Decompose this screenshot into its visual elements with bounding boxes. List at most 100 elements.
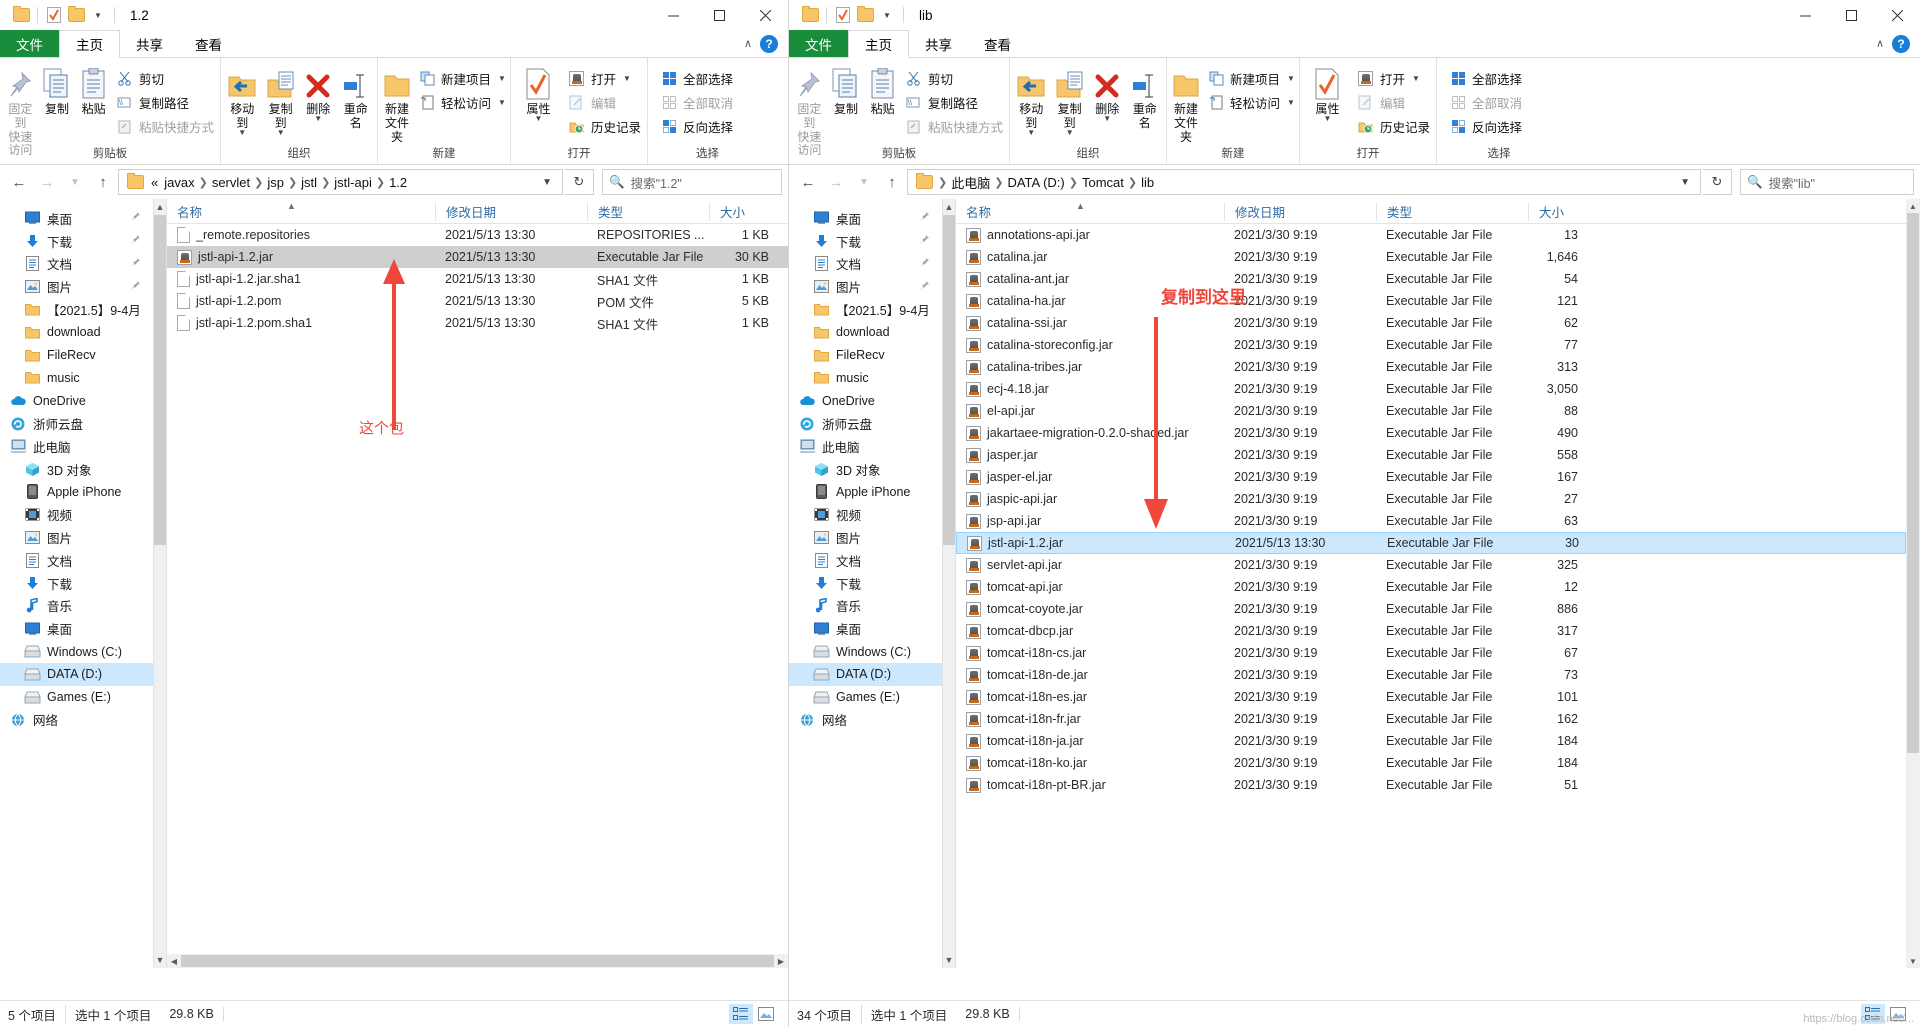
sidebar-item-games-(e:)[interactable]: Games (E:) [789, 686, 942, 709]
new-item-button[interactable]: 新建项目 ▼ [1203, 66, 1299, 90]
table-row[interactable]: tomcat-dbcp.jar 2021/3/30 9:19 Executable … [956, 620, 1906, 642]
easy-access-button[interactable]: 轻松访问 ▼ [1203, 90, 1299, 114]
file-name-cell[interactable]: catalina-tribes.jar [956, 359, 1224, 375]
sidebar-item-图片[interactable]: 图片 [0, 526, 153, 549]
history-button[interactable]: 历史记录 [1353, 114, 1434, 138]
tab-home[interactable]: 主页 [59, 30, 120, 58]
file-name-cell[interactable]: tomcat-api.jar [956, 579, 1224, 595]
pin-icon[interactable] [919, 211, 930, 225]
table-row[interactable]: servlet-api.jar 2021/3/30 9:19 Executable … [956, 554, 1906, 576]
chevron-down-icon[interactable]: ▼ [1324, 114, 1332, 122]
chevron-down-icon[interactable]: ▼ [238, 128, 246, 136]
minimize-button[interactable] [1782, 0, 1828, 30]
table-row[interactable]: jstl-api-1.2.jar 2021/5/13 13:30 Executabl… [956, 532, 1906, 554]
sidebar-item-桌面[interactable]: 桌面 [789, 207, 942, 230]
file-name-cell[interactable]: _remote.repositories [167, 227, 435, 243]
table-row[interactable]: catalina-tribes.jar 2021/3/30 9:19 Executa… [956, 356, 1906, 378]
sidebar-item-music[interactable]: music [0, 367, 153, 390]
history-button[interactable]: 历史记录 [564, 114, 645, 138]
sidebar-item-文档[interactable]: 文档 [789, 253, 942, 276]
invert-selection-button[interactable]: 反向选择 [656, 114, 737, 138]
copy-path-button[interactable]: \\ 复制路径 [901, 90, 1007, 114]
file-name-cell[interactable]: jstl-api-1.2.pom.sha1 [167, 315, 435, 331]
file-name-cell[interactable]: jstl-api-1.2.pom [167, 293, 435, 309]
chevron-down-icon[interactable]: ▼ [1027, 128, 1035, 136]
column-header-1[interactable]: 修改日期 [435, 201, 587, 221]
sidebar-item-文档[interactable]: 文档 [0, 549, 153, 572]
hscroll-right-icon[interactable]: ▶ [774, 954, 788, 968]
nav-scrollbar-win2[interactable]: ▲ ▼ [942, 199, 956, 968]
recent-locations-button[interactable]: ▼ [62, 169, 88, 195]
easy-access-button[interactable]: 轻松访问 ▼ [414, 90, 510, 114]
nav-scroll-down-icon[interactable]: ▼ [943, 952, 955, 968]
sidebar-item-3d-对象[interactable]: 3D 对象 [0, 458, 153, 481]
file-name-cell[interactable]: jasper.jar [956, 447, 1224, 463]
file-name-cell[interactable]: jasper-el.jar [956, 469, 1224, 485]
column-header-0[interactable]: 名称 ▲ [167, 201, 435, 221]
table-row[interactable]: jstl-api-1.2.jar.sha1 2021/5/13 13:30 SHA1… [167, 268, 788, 290]
breadcrumb-item-data-d[interactable]: DATA (D:) [1004, 175, 1067, 190]
chevron-down-icon-2[interactable]: ▼ [1287, 98, 1295, 107]
table-row[interactable]: tomcat-i18n-de.jar 2021/3/30 9:19 Executab… [956, 664, 1906, 686]
table-row[interactable]: catalina.jar 2021/3/30 9:19 Executable Jar… [956, 246, 1906, 268]
column-header-2[interactable]: 类型 [1376, 201, 1528, 221]
table-row[interactable]: jsp-api.jar 2021/3/30 9:19 Executable Jar … [956, 510, 1906, 532]
folder-icon-2[interactable] [854, 4, 876, 26]
dropdown-icon[interactable]: ▼ [87, 4, 109, 26]
table-row[interactable]: tomcat-i18n-ja.jar 2021/3/30 9:19 Executab… [956, 730, 1906, 752]
chevron-down-icon-3[interactable]: ▼ [1103, 114, 1111, 122]
sidebar-item-下载[interactable]: 下载 [789, 572, 942, 595]
folder-icon-2[interactable] [65, 4, 87, 26]
sidebar-item-download[interactable]: download [789, 321, 942, 344]
file-name-cell[interactable]: tomcat-i18n-cs.jar [956, 645, 1224, 661]
checkbox-icon[interactable] [832, 4, 854, 26]
file-name-cell[interactable]: jstl-api-1.2.jar [957, 535, 1225, 551]
help-icon[interactable]: ? [1892, 34, 1910, 53]
table-row[interactable]: tomcat-i18n-pt-BR.jar 2021/3/30 9:19 Execu… [956, 774, 1906, 796]
file-name-cell[interactable]: tomcat-i18n-pt-BR.jar [956, 777, 1224, 793]
tab-view[interactable]: 查看 [179, 30, 238, 57]
sidebar-item-视频[interactable]: 视频 [789, 503, 942, 526]
sidebar-item-浙师云盘[interactable]: 浙师云盘 [789, 412, 942, 435]
hscroll-left-icon[interactable]: ◀ [167, 954, 181, 968]
select-none-button[interactable]: 全部取消 [656, 90, 737, 114]
pin-icon[interactable] [130, 234, 141, 248]
paste-button[interactable]: 粘贴 [75, 64, 112, 117]
table-row[interactable]: catalina-storeconfig.jar 2021/3/30 9:19 Ex… [956, 334, 1906, 356]
column-header-0[interactable]: 名称 ▲ [956, 201, 1224, 221]
sidebar-item-filerecv[interactable]: FileRecv [789, 344, 942, 367]
nav-scroll-thumb[interactable] [154, 215, 166, 545]
file-name-cell[interactable]: tomcat-i18n-fr.jar [956, 711, 1224, 727]
file-name-cell[interactable]: catalina.jar [956, 249, 1224, 265]
tab-share[interactable]: 共享 [909, 30, 968, 57]
close-button[interactable] [1874, 0, 1920, 30]
vscroll-up-icon[interactable]: ▲ [1906, 199, 1920, 213]
table-row[interactable]: el-api.jar 2021/3/30 9:19 Executable Jar F… [956, 400, 1906, 422]
nav-scroll-up-icon[interactable]: ▲ [943, 199, 955, 215]
up-button[interactable]: ↑ [90, 169, 116, 195]
chevron-down-icon-2[interactable]: ▼ [1412, 74, 1420, 83]
table-row[interactable]: tomcat-i18n-cs.jar 2021/3/30 9:19 Executab… [956, 642, 1906, 664]
sidebar-item-下载[interactable]: 下载 [789, 230, 942, 253]
chevron-down-icon-2[interactable]: ▼ [498, 98, 506, 107]
sidebar-item-图片[interactable]: 图片 [789, 526, 942, 549]
file-name-cell[interactable]: tomcat-dbcp.jar [956, 623, 1224, 639]
tab-file[interactable]: 文件 [0, 30, 59, 57]
help-icon[interactable]: ? [760, 34, 778, 53]
maximize-button[interactable] [1828, 0, 1874, 30]
tab-share[interactable]: 共享 [120, 30, 179, 57]
checkbox-icon[interactable] [43, 4, 65, 26]
sidebar-item-文档[interactable]: 文档 [0, 253, 153, 276]
sidebar-item-apple-iphone[interactable]: Apple iPhone [0, 481, 153, 504]
chevron-down-icon[interactable]: ▼ [1287, 74, 1295, 83]
open-button[interactable]: 打开 ▼ [564, 66, 645, 90]
breadcrumb-item-jstl[interactable]: jstl [298, 175, 320, 190]
file-name-cell[interactable]: jstl-api-1.2.jar.sha1 [167, 271, 435, 287]
file-name-cell[interactable]: el-api.jar [956, 403, 1224, 419]
properties-button[interactable]: 属性 ▼ [513, 64, 564, 122]
vertical-scrollbar-win2[interactable]: ▲ ▼ [1906, 199, 1920, 968]
collapse-ribbon-icon[interactable]: ∧ [1876, 37, 1884, 50]
breadcrumb-overflow[interactable]: « [148, 175, 161, 190]
cut-button[interactable]: 剪切 [112, 66, 218, 90]
nav-scroll-thumb[interactable] [943, 215, 955, 545]
